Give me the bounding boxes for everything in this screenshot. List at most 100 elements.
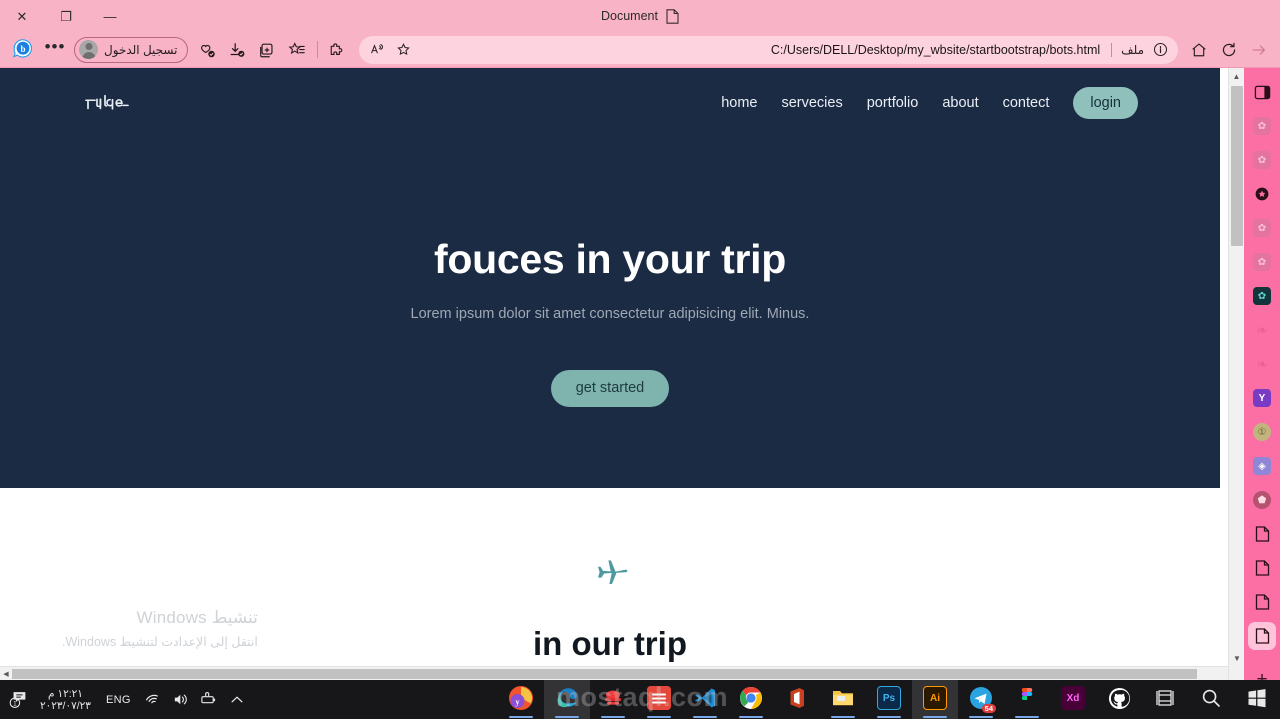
sidebar-app-icon-5[interactable]: ✿ [1248,282,1276,310]
sidebar-feather-icon-2[interactable]: ❧ [1248,350,1276,378]
copilot-bing-icon[interactable]: b [6,35,40,65]
extensions-icon[interactable] [323,36,353,64]
scroll-up-arrow[interactable]: ▲ [1229,68,1244,84]
nav-link-about[interactable]: about [942,95,978,111]
taskbar-app-edge[interactable] [544,680,590,719]
sidebar-shield-icon[interactable] [1248,180,1276,208]
info-circle-icon[interactable] [1148,38,1172,62]
address-bar[interactable]: ملف C:/Users/DELL/Desktop/my_wbsite/star… [359,35,1178,64]
scroll-left-arrow[interactable]: ◀ [0,667,12,680]
horizontal-scrollbar[interactable]: ◀ ▶ [0,666,1244,680]
vertical-scrollbar[interactable]: ▲ ▼ [1228,68,1244,680]
edge-browser-window: ✕ ❐ — Document b ••• تسجيل الدخول ملف C:… [0,0,1280,689]
windows-start-icon [1245,686,1269,710]
office-icon [785,686,809,710]
site-logo[interactable] [84,93,156,113]
vertical-scroll-thumb[interactable] [1231,86,1243,246]
adobe-xd-icon: Xd [1061,686,1085,710]
battery-icon[interactable] [196,685,222,715]
sidebar-feather-icon-1[interactable]: ❧ [1248,316,1276,344]
get-started-button[interactable]: get started [550,370,670,407]
tab-title: Document [601,9,658,23]
taskbar-app-adobe-xd[interactable]: Xd [1050,680,1096,719]
sidebar-chat-icon[interactable]: ◈ [1248,452,1276,480]
taskbar-app-file-explorer[interactable] [820,680,866,719]
hero-content: fouces in your trip Lorem ipsum dolor si… [0,138,1220,407]
search-icon [1199,686,1223,710]
address-scheme-label: ملف [1121,42,1144,57]
tab-strip: Document [0,0,1280,32]
refresh-icon[interactable] [1214,36,1244,64]
taskbar-app-todoist[interactable] [636,680,682,719]
sidebar-app-icon-2[interactable]: ✿ [1248,146,1276,174]
favorites-icon[interactable] [282,36,312,64]
todoist-icon [647,686,671,710]
sign-in-button[interactable]: تسجيل الدخول [74,36,189,63]
sign-in-label: تسجيل الدخول [104,42,178,57]
taskbar-app-yandex[interactable]: y [498,680,544,719]
page-viewport: home servecies portfolio about contect l… [0,68,1244,680]
taskbar-start[interactable] [1234,680,1280,719]
sidebar-app-icon-4[interactable]: ✿ [1248,248,1276,276]
taskbar-clock[interactable]: ١٢:٢١ م ٢٠٢٣/٠٧/٢٣ [34,688,97,712]
photoshop-icon: Ps [877,686,901,710]
browser-tab-document[interactable]: Document [589,6,691,27]
more-options-icon[interactable]: ••• [40,36,70,64]
collections-icon[interactable] [192,36,222,64]
sidebar-yammer-icon[interactable]: Y [1248,384,1276,412]
address-url-text[interactable]: C:/Users/DELL/Desktop/my_wbsite/startboo… [415,43,1106,57]
star-icon[interactable] [391,38,415,62]
horizontal-scroll-thumb[interactable] [12,669,1197,679]
sidebar-tab-document-1[interactable] [1248,520,1276,548]
sidebar-tab-document-2[interactable] [1248,554,1276,582]
edge-sidebar: ✿ ✿ ✿ ✿ ✿ ❧ ❧ Y ① ◈ ⬟ + [1244,68,1280,689]
address-bar-right-icons [365,38,415,62]
show-hidden-icons-icon[interactable] [224,685,250,715]
home-icon[interactable] [1184,36,1214,64]
taskbar-app-red[interactable] [590,680,636,719]
sidebar-coin-icon[interactable]: ① [1248,418,1276,446]
sidebar-app-icon-1[interactable]: ✿ [1248,112,1276,140]
sidebar-tab-document-4[interactable] [1248,622,1276,650]
address-bar-left-icons: ملف [1106,38,1172,62]
volume-icon[interactable] [168,685,194,715]
nav-link-contect[interactable]: contect [1003,95,1050,111]
nav-link-servecies[interactable]: servecies [781,95,842,111]
film-strip-icon [1153,686,1177,710]
telegram-icon: 54 [969,686,996,713]
taskbar-app-illustrator[interactable]: Ai [912,680,958,719]
toolbar-divider [317,41,319,58]
taskbar-search[interactable] [1188,680,1234,719]
document-icon [666,8,679,24]
taskbar-app-github[interactable] [1096,680,1142,719]
taskbar-app-telegram[interactable]: 54 [958,680,1004,719]
nav-link-home[interactable]: home [721,95,757,111]
wifi-icon[interactable] [140,685,166,715]
taskbar-app-chrome[interactable] [728,680,774,719]
taskbar-app-figma[interactable] [1004,680,1050,719]
scroll-down-arrow[interactable]: ▼ [1229,650,1245,666]
svg-text:1: 1 [13,700,17,707]
taskbar-app-photoshop[interactable]: Ps [866,680,912,719]
taskbar-app-office[interactable] [774,680,820,719]
downloads-icon[interactable] [222,36,252,64]
sidebar-shop-icon[interactable]: ⬟ [1248,486,1276,514]
read-aloud-icon[interactable] [365,38,389,62]
split-screen-icon[interactable] [252,36,282,64]
sidebar-tab-document-3[interactable] [1248,588,1276,616]
nav-link-portfolio[interactable]: portfolio [867,95,919,111]
hero-subtitle: Lorem ipsum dolor sit amet consectetur a… [410,306,810,322]
chat-notification-icon[interactable]: 1 [6,685,32,715]
edge-icon [555,686,579,710]
title-bar: ✕ ❐ — Document [0,0,1280,32]
vscode-icon [693,686,717,710]
sidebar-browser-essentials-icon[interactable] [1248,78,1276,106]
svg-text:y: y [516,698,520,707]
svg-text:b: b [20,44,25,54]
taskbar-app-video-editor[interactable] [1142,680,1188,719]
language-indicator[interactable]: ENG [99,694,138,706]
forward-arrow-icon[interactable] [1244,36,1274,64]
sidebar-app-icon-3[interactable]: ✿ [1248,214,1276,242]
taskbar-app-vscode[interactable] [682,680,728,719]
login-button[interactable]: login [1073,86,1138,120]
